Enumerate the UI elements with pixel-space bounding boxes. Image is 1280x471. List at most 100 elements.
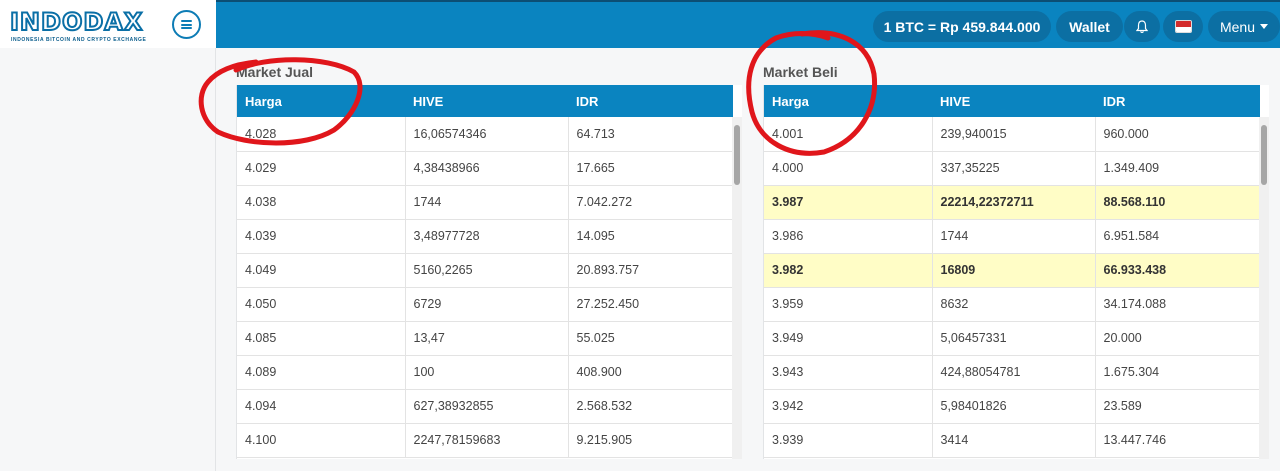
scrollbar-thumb[interactable] <box>734 125 740 185</box>
cell-price: 3.959 <box>764 287 933 322</box>
cell-idr: 13.447.746 <box>1095 423 1260 458</box>
cell-amount: 2247,78159683 <box>405 423 569 458</box>
cell-amount: 16809 <box>932 253 1096 288</box>
cell-price: 3.942 <box>764 389 933 424</box>
menu-label: Menu <box>1219 18 1256 35</box>
table-row[interactable]: 4.000 337,35225 1.349.409 <box>764 151 1260 186</box>
cell-price: 4.039 <box>237 219 406 254</box>
buy-table-scrollbar[interactable] <box>1259 117 1269 459</box>
cell-price: 4.049 <box>237 253 406 288</box>
cell-idr: 7.042.272 <box>568 185 733 220</box>
cell-amount: 1744 <box>932 219 1096 254</box>
table-row[interactable]: 4.028 16,06574346 64.713 <box>237 117 733 152</box>
cell-price: 4.028 <box>237 117 406 152</box>
column-header-price: Harga <box>237 85 405 117</box>
menu-dropdown-button[interactable]: Menu <box>1208 11 1280 42</box>
market-beli-title: Market Beli <box>763 64 838 80</box>
buy-orders-body: 4.001 239,940015 960.000 4.000 337,35225 1.34… <box>764 117 1260 458</box>
cell-price: 4.001 <box>764 117 933 152</box>
table-row[interactable]: 4.085 13,47 55.025 <box>237 321 733 356</box>
cell-idr: 6.951.584 <box>1095 219 1260 254</box>
column-header-coin: HIVE <box>932 85 1095 117</box>
logo-tagline: INDONESIA BITCOIN AND CRYPTO EXCHANGE <box>11 37 147 43</box>
sidebar-toggle-button[interactable] <box>172 10 201 39</box>
cell-idr: 14.095 <box>568 219 733 254</box>
top-navbar: 1 BTC = Rp 459.844.000 Wallet Menu <box>216 0 1280 48</box>
table-row[interactable]: 3.939 3414 13.447.746 <box>764 423 1260 458</box>
table-row[interactable]: 4.039 3,48977728 14.095 <box>237 219 733 254</box>
table-row[interactable]: 4.100 2247,78159683 9.215.905 <box>237 423 733 458</box>
table-row[interactable]: 4.029 4,38438966 17.665 <box>237 151 733 186</box>
table-row[interactable]: 4.001 239,940015 960.000 <box>764 117 1260 152</box>
cell-amount: 16,06574346 <box>405 117 569 152</box>
sidebar <box>0 48 216 471</box>
notifications-button[interactable] <box>1124 11 1160 42</box>
cell-amount: 3,48977728 <box>405 219 569 254</box>
cell-amount: 239,940015 <box>932 117 1096 152</box>
cell-price: 3.949 <box>764 321 933 356</box>
table-row[interactable]: 4.050 6729 27.252.450 <box>237 287 733 322</box>
cell-amount: 5160,2265 <box>405 253 569 288</box>
cell-amount: 337,35225 <box>932 151 1096 186</box>
table-row[interactable]: 3.986 1744 6.951.584 <box>764 219 1260 254</box>
column-header-price: Harga <box>764 85 932 117</box>
cell-idr: 408.900 <box>568 355 733 390</box>
cell-price: 4.094 <box>237 389 406 424</box>
column-header-idr: IDR <box>1095 85 1260 117</box>
caret-down-icon <box>1260 24 1269 29</box>
cell-amount: 22214,22372711 <box>932 185 1096 220</box>
cell-idr: 23.589 <box>1095 389 1260 424</box>
cell-idr: 27.252.450 <box>568 287 733 322</box>
cell-price: 4.100 <box>237 423 406 458</box>
table-row[interactable]: 3.943 424,88054781 1.675.304 <box>764 355 1260 390</box>
cell-idr: 2.568.532 <box>568 389 733 424</box>
cell-price: 4.038 <box>237 185 406 220</box>
cell-amount: 424,88054781 <box>932 355 1096 390</box>
cell-idr: 960.000 <box>1095 117 1260 152</box>
market-jual-title: Market Jual <box>236 64 314 80</box>
wallet-button[interactable]: Wallet <box>1056 11 1123 42</box>
column-header-idr: IDR <box>568 85 733 117</box>
table-row[interactable]: 4.038 1744 7.042.272 <box>237 185 733 220</box>
sell-orders-panel: Harga HIVE IDR 4.028 16,06574346 64.713 4.0… <box>236 85 742 459</box>
cell-idr: 17.665 <box>568 151 733 186</box>
sell-orders-table: Harga HIVE IDR 4.028 16,06574346 64.713 4.0… <box>237 85 733 458</box>
table-row[interactable]: 3.959 8632 34.174.088 <box>764 287 1260 322</box>
cell-price: 3.939 <box>764 423 933 458</box>
cell-price: 3.987 <box>764 185 933 220</box>
cell-amount: 100 <box>405 355 569 390</box>
table-row[interactable]: 4.089 100 408.900 <box>237 355 733 390</box>
hamburger-icon <box>181 20 192 29</box>
cell-idr: 20.893.757 <box>568 253 733 288</box>
logo-area[interactable]: INDODAX INDONESIA BITCOIN AND CRYPTO EXC… <box>0 0 216 48</box>
table-row[interactable]: 3.942 5,98401826 23.589 <box>764 389 1260 424</box>
language-button[interactable] <box>1163 11 1203 42</box>
table-row[interactable]: 4.049 5160,2265 20.893.757 <box>237 253 733 288</box>
cell-idr: 66.933.438 <box>1095 253 1260 288</box>
indodax-logo[interactable]: INDODAX <box>9 9 143 35</box>
buy-orders-panel: Harga HIVE IDR 4.001 239,940015 960.000 4.0… <box>763 85 1269 459</box>
sell-orders-body: 4.028 16,06574346 64.713 4.029 4,38438966 17.… <box>237 117 733 458</box>
btc-rate-badge[interactable]: 1 BTC = Rp 459.844.000 <box>873 11 1051 42</box>
sell-table-scrollbar[interactable] <box>732 117 742 459</box>
cell-amount: 6729 <box>405 287 569 322</box>
table-header-row: Harga HIVE IDR <box>237 85 733 117</box>
table-row[interactable]: 3.982 16809 66.933.438 <box>764 253 1260 288</box>
cell-idr: 1.349.409 <box>1095 151 1260 186</box>
bell-icon <box>1136 19 1148 33</box>
table-row[interactable]: 3.987 22214,22372711 88.568.110 <box>764 185 1260 220</box>
table-row[interactable]: 3.949 5,06457331 20.000 <box>764 321 1260 356</box>
cell-amount: 3414 <box>932 423 1096 458</box>
cell-amount: 5,98401826 <box>932 389 1096 424</box>
cell-idr: 9.215.905 <box>568 423 733 458</box>
scrollbar-thumb[interactable] <box>1261 125 1267 185</box>
cell-amount: 4,38438966 <box>405 151 569 186</box>
table-row[interactable]: 4.094 627,38932855 2.568.532 <box>237 389 733 424</box>
cell-price: 4.029 <box>237 151 406 186</box>
table-header-row: Harga HIVE IDR <box>764 85 1260 117</box>
cell-price: 4.050 <box>237 287 406 322</box>
cell-idr: 34.174.088 <box>1095 287 1260 322</box>
cell-idr: 64.713 <box>568 117 733 152</box>
cell-amount: 1744 <box>405 185 569 220</box>
cell-idr: 88.568.110 <box>1095 185 1260 220</box>
